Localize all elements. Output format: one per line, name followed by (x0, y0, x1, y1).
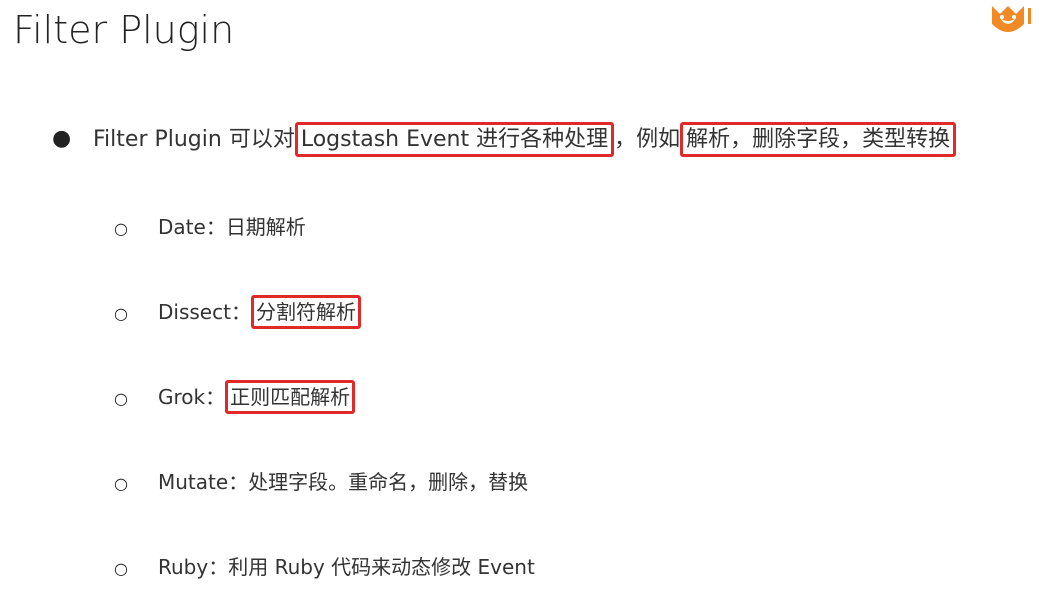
sub-bullet-marker: ○ (114, 474, 128, 493)
sub-bullet-label: Ruby (158, 555, 209, 579)
sub-bullet-sep: ： (205, 215, 226, 239)
main-bullet-marker: ● (52, 126, 72, 151)
sub-bullet-label: Date (158, 215, 206, 239)
sub-bullet-ruby: ○ Ruby：利用 Ruby 代码来动态修改 Event (114, 552, 535, 584)
fox-logo-icon (988, 0, 1039, 38)
sub-bullet-sep: ： (228, 470, 249, 494)
main-bullet-middle: ，例如 (614, 127, 681, 152)
sub-bullet-text: 日期解析 (225, 215, 306, 239)
sub-bullet-mutate: ○ Mutate：处理字段。重命名，删除，替换 (114, 467, 528, 499)
sub-bullet-grok: ○ Grok： 正则匹配解析 (114, 380, 356, 414)
sub-bullet-sep: ： (230, 300, 251, 324)
sub-bullet-label: Mutate (158, 470, 229, 494)
sub-bullet-text: 处理字段。重命名，删除，替换 (248, 470, 529, 494)
highlight-box-dissect: 分割符解析 (250, 295, 361, 329)
highlight-box-grok: 正则匹配解析 (225, 380, 356, 414)
sub-bullet-date: ○ Date：日期解析 (114, 212, 306, 244)
sub-bullet-marker: ○ (114, 219, 128, 238)
sub-bullet-marker: ○ (114, 304, 128, 323)
sub-bullet-label: Dissect (158, 300, 231, 324)
highlight-box-operations: 解析，删除字段，类型转换 (680, 122, 957, 157)
sub-bullet-marker: ○ (114, 389, 128, 408)
sub-bullet-label: Grok (158, 385, 206, 409)
sub-bullet-dissect: ○ Dissect： 分割符解析 (114, 295, 361, 329)
main-bullet-text: Filter Plugin 可以对 Logstash Event 进行各种处理 ，例… (93, 122, 957, 157)
main-bullet-prefix: Filter Plugin 可以对 (93, 127, 295, 152)
sub-bullet-sep: ： (208, 555, 229, 579)
sub-bullet-sep: ： (205, 385, 226, 409)
sub-bullet-marker: ○ (114, 559, 128, 578)
sub-bullet-text: 利用 Ruby 代码来动态修改 Event (228, 555, 535, 579)
slide-title: Filter Plugin (13, 8, 235, 52)
highlight-box-event-processing: Logstash Event 进行各种处理 (294, 122, 615, 157)
